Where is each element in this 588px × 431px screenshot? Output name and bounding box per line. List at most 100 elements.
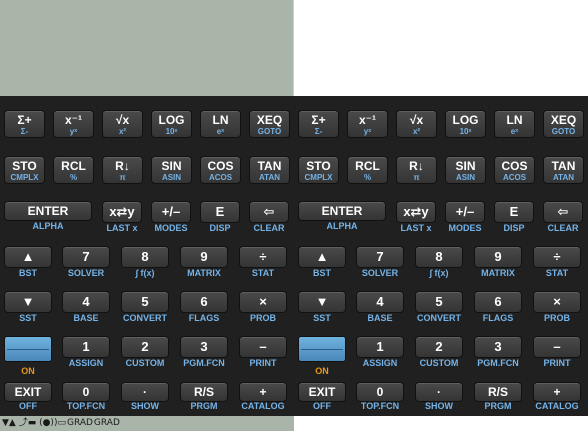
key-cap[interactable]: – bbox=[239, 336, 287, 358]
key-cap[interactable]: E bbox=[200, 201, 240, 223]
key-cap[interactable]: +/– bbox=[151, 201, 191, 223]
right-key-sst-button[interactable]: ▼ SST bbox=[298, 291, 346, 325]
key-cap[interactable]: 3 bbox=[474, 336, 522, 358]
key-cap[interactable]: 5 bbox=[121, 291, 169, 313]
key-cap[interactable]: 0 bbox=[62, 382, 110, 402]
right-key-cos-acos-button[interactable]: COS ACOS bbox=[494, 156, 535, 186]
right-key-2-custom-button[interactable]: 2 CUSTOM bbox=[415, 336, 463, 370]
right-key-prob-button[interactable]: × PROB bbox=[533, 291, 581, 325]
left-key-log-10-button[interactable]: LOG 10ˣ bbox=[151, 110, 192, 140]
right-key-stat-button[interactable]: ÷ STAT bbox=[533, 246, 581, 280]
key-cap[interactable]: R/S bbox=[474, 382, 522, 402]
key-cap[interactable]: 8 bbox=[121, 246, 169, 268]
key-cap[interactable]: STO CMPLX bbox=[4, 156, 45, 184]
left-key-0-top-fcn-button[interactable]: 0 TOP.FCN bbox=[62, 382, 110, 416]
key-cap[interactable]: × bbox=[533, 291, 581, 313]
right-key-5-convert-button[interactable]: 5 CONVERT bbox=[415, 291, 463, 325]
key-cap[interactable]: 9 bbox=[180, 246, 228, 268]
right-key-9-matrix-button[interactable]: 9 MATRIX bbox=[474, 246, 522, 280]
right-key-enter-alpha-button[interactable]: ENTER ALPHA bbox=[298, 201, 386, 235]
left-key-ln-e-button[interactable]: LN eˣ bbox=[200, 110, 241, 140]
left-key-x-x-button[interactable]: √x x² bbox=[102, 110, 143, 140]
key-cap[interactable]: ▲ bbox=[298, 246, 346, 268]
right-key-shift-button[interactable]: ON bbox=[298, 336, 346, 376]
key-cap[interactable]: × bbox=[239, 291, 287, 313]
shift-key-cap[interactable] bbox=[4, 336, 52, 362]
left-key-3-pgm-fcn-button[interactable]: 3 PGM.FCN bbox=[180, 336, 228, 370]
key-cap[interactable]: Σ+ Σ- bbox=[298, 110, 339, 138]
key-cap[interactable]: LN eˣ bbox=[494, 110, 535, 138]
key-cap[interactable]: ÷ bbox=[239, 246, 287, 268]
right-key-rcl-button[interactable]: RCL% bbox=[347, 156, 388, 186]
right-key-sto-cmplx-button[interactable]: STO CMPLX bbox=[298, 156, 339, 186]
left-key-r-button[interactable]: R↓ π bbox=[102, 156, 143, 186]
key-cap[interactable]: TAN ATAN bbox=[543, 156, 584, 184]
key-cap[interactable]: 0 bbox=[356, 382, 404, 402]
right-key-catalog-button[interactable]: + CATALOG bbox=[533, 382, 581, 416]
left-key-sto-cmplx-button[interactable]: STO CMPLX bbox=[4, 156, 45, 186]
key-cap[interactable]: R↓ π bbox=[102, 156, 143, 184]
left-key-bst-button[interactable]: ▲ BST bbox=[4, 246, 52, 280]
key-cap[interactable]: 6 bbox=[474, 291, 522, 313]
key-cap[interactable]: 7 bbox=[62, 246, 110, 268]
left-key-rcl-button[interactable]: RCL% bbox=[53, 156, 94, 186]
key-cap[interactable]: x⇄y bbox=[102, 201, 142, 223]
key-cap[interactable]: x⁻¹ yˣ bbox=[347, 110, 388, 138]
key-cap[interactable]: 2 bbox=[415, 336, 463, 358]
key-cap[interactable]: 8 bbox=[415, 246, 463, 268]
key-cap[interactable]: – bbox=[533, 336, 581, 358]
right-key-exit-off-button[interactable]: EXIT OFF bbox=[298, 382, 346, 416]
left-key-sin-asin-button[interactable]: SIN ASIN bbox=[151, 156, 192, 186]
right-key-print-button[interactable]: – PRINT bbox=[533, 336, 581, 370]
key-cap[interactable]: EXIT bbox=[298, 382, 346, 402]
left-key-print-button[interactable]: – PRINT bbox=[239, 336, 287, 370]
key-cap[interactable]: ▼ bbox=[298, 291, 346, 313]
left-key-8-f-x-button[interactable]: 8 ∫ f(x) bbox=[121, 246, 169, 280]
right-key-4-base-button[interactable]: 4 BASE bbox=[356, 291, 404, 325]
right-key-x-y-last-x-button[interactable]: x⇄y LAST x bbox=[396, 201, 436, 235]
right-key-tan-atan-button[interactable]: TAN ATAN bbox=[543, 156, 584, 186]
left-key-prob-button[interactable]: × PROB bbox=[239, 291, 287, 325]
key-cap[interactable]: RCL% bbox=[53, 156, 94, 184]
key-cap[interactable]: 9 bbox=[474, 246, 522, 268]
right-key-clear-button[interactable]: ⇦ CLEAR bbox=[543, 201, 583, 235]
left-key-5-convert-button[interactable]: 5 CONVERT bbox=[121, 291, 169, 325]
right-key-x-x-button[interactable]: √x x² bbox=[396, 110, 437, 140]
right-key-6-flags-button[interactable]: 6 FLAGS bbox=[474, 291, 522, 325]
key-cap[interactable]: · bbox=[415, 382, 463, 402]
key-cap[interactable]: 6 bbox=[180, 291, 228, 313]
right-key-bst-button[interactable]: ▲ BST bbox=[298, 246, 346, 280]
left-key-exit-off-button[interactable]: EXIT OFF bbox=[4, 382, 52, 416]
key-cap[interactable]: 4 bbox=[356, 291, 404, 313]
left-key-enter-alpha-button[interactable]: ENTER ALPHA bbox=[4, 201, 92, 235]
key-cap[interactable]: √x x² bbox=[102, 110, 143, 138]
left-key-1-assign-button[interactable]: 1 ASSIGN bbox=[62, 336, 110, 370]
key-cap[interactable]: ENTER bbox=[298, 201, 386, 221]
right-key-modes-button[interactable]: +/– MODES bbox=[445, 201, 485, 235]
right-key-0-top-fcn-button[interactable]: 0 TOP.FCN bbox=[356, 382, 404, 416]
key-cap[interactable]: LOG 10ˣ bbox=[445, 110, 486, 138]
key-cap[interactable]: ⇦ bbox=[543, 201, 583, 223]
key-cap[interactable]: SIN ASIN bbox=[151, 156, 192, 184]
right-key-8-f-x-button[interactable]: 8 ∫ f(x) bbox=[415, 246, 463, 280]
key-cap[interactable]: R↓ π bbox=[396, 156, 437, 184]
right-key-7-solver-button[interactable]: 7 SOLVER bbox=[356, 246, 404, 280]
left-key-9-matrix-button[interactable]: 9 MATRIX bbox=[180, 246, 228, 280]
key-cap[interactable]: STO CMPLX bbox=[298, 156, 339, 184]
left-key-tan-atan-button[interactable]: TAN ATAN bbox=[249, 156, 290, 186]
left-key-e-disp-button[interactable]: E DISP bbox=[200, 201, 240, 235]
left-key-4-base-button[interactable]: 4 BASE bbox=[62, 291, 110, 325]
right-key-show-button[interactable]: · SHOW bbox=[415, 382, 463, 416]
left-key-clear-button[interactable]: ⇦ CLEAR bbox=[249, 201, 289, 235]
left-key-2-custom-button[interactable]: 2 CUSTOM bbox=[121, 336, 169, 370]
key-cap[interactable]: E bbox=[494, 201, 534, 223]
right-key-ln-e-button[interactable]: LN eˣ bbox=[494, 110, 535, 140]
key-cap[interactable]: Σ+ Σ- bbox=[4, 110, 45, 138]
key-cap[interactable]: √x x² bbox=[396, 110, 437, 138]
key-cap[interactable]: ENTER bbox=[4, 201, 92, 221]
key-cap[interactable]: 4 bbox=[62, 291, 110, 313]
shift-key-cap[interactable] bbox=[298, 336, 346, 362]
key-cap[interactable]: x⁻¹ yˣ bbox=[53, 110, 94, 138]
key-cap[interactable]: COS ACOS bbox=[494, 156, 535, 184]
left-key-k0-button[interactable]: Σ+ Σ- bbox=[4, 110, 45, 140]
